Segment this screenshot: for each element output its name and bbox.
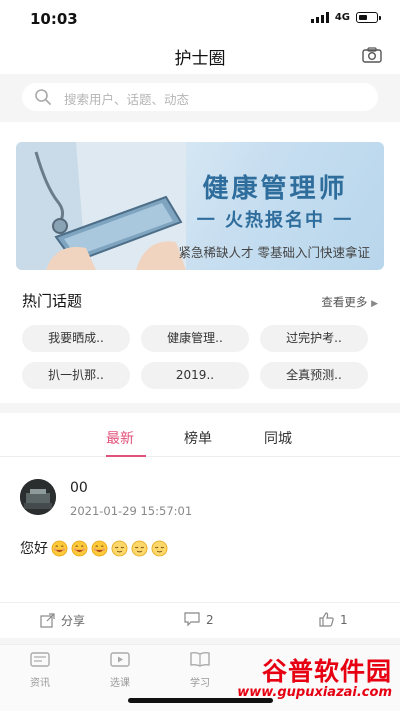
network-type: 4G (334, 12, 350, 23)
topic-chip[interactable]: 扒一扒那.. (22, 362, 130, 389)
feed-tabs: 最新 榜单 同城 (0, 413, 400, 457)
topic-chip[interactable]: 全真预测.. (260, 362, 368, 389)
status-bar: 10:03 4G (0, 0, 400, 36)
topic-chip[interactable]: 过完护考.. (260, 325, 368, 352)
tab-local[interactable]: 同城 (264, 428, 292, 448)
active-tab-indicator (106, 455, 146, 457)
hot-topics-title: 热门话题 (22, 292, 83, 310)
see-more-label: 查看更多 (321, 295, 368, 309)
nav-bar: 护士圈 (0, 36, 400, 74)
post-card[interactable]: 00 2021-01-29 15:57:01 您好 (0, 458, 400, 602)
search-placeholder: 搜索用户、话题、动态 (64, 92, 190, 107)
post-content: 您好 (20, 538, 168, 558)
promo-banner[interactable]: 健康管理师 一 火热报名中 一 紧急稀缺人才 零基础入门快速拿证 (16, 142, 384, 270)
post-actions: 分享 2 1 (0, 602, 400, 638)
banner-title: 健康管理师 (202, 174, 348, 204)
camera-icon[interactable] (362, 47, 382, 63)
search-area: 搜索用户、话题、动态 (0, 74, 400, 122)
signal-icon (310, 12, 329, 23)
banner-description: 紧急稀缺人才 零基础入门快速拿证 (178, 245, 370, 260)
topic-chip[interactable]: 2019.. (141, 362, 249, 389)
tab-ranking[interactable]: 榜单 (184, 428, 212, 448)
like-count: 1 (340, 612, 348, 627)
watermark-title: 谷普软件园 (261, 657, 392, 686)
share-button[interactable]: 分享 (40, 612, 85, 629)
comment-button[interactable]: 2 (184, 612, 214, 627)
tab-study[interactable]: 学习 (175, 651, 225, 689)
tab-latest[interactable]: 最新 (106, 428, 134, 448)
tab-news[interactable]: 资讯 (15, 651, 65, 689)
search-input[interactable]: 搜索用户、话题、动态 (22, 83, 378, 111)
section-divider (0, 403, 400, 413)
comment-count: 2 (206, 612, 214, 627)
post-timestamp: 2021-01-29 15:57:01 (70, 504, 193, 518)
watermark-logo: 谷普软件园 www.gupuxiazai.com (224, 652, 392, 702)
battery-icon (356, 12, 381, 23)
tab-news-label: 资讯 (30, 678, 50, 689)
tab-courses-label: 选课 (110, 678, 130, 689)
comment-icon (184, 612, 200, 627)
play-video-icon (110, 652, 130, 667)
home-indicator (128, 698, 273, 703)
like-button[interactable]: 1 (319, 612, 348, 627)
status-time: 10:03 (30, 10, 78, 28)
avatar[interactable] (20, 479, 56, 515)
banner-subtitle: 一 火热报名中 一 (196, 210, 354, 231)
smiling-face-icon (91, 540, 108, 556)
search-icon (34, 88, 52, 106)
topic-chip[interactable]: 我要晒成.. (22, 325, 130, 352)
relieved-face-icon (131, 540, 148, 556)
smiling-face-icon (71, 540, 88, 556)
post-username[interactable]: 00 (70, 480, 88, 496)
share-icon (40, 613, 55, 628)
page-title: 护士圈 (174, 49, 226, 69)
share-label: 分享 (61, 614, 86, 628)
see-more-link[interactable]: 查看更多 ▶ (321, 294, 378, 310)
relieved-face-icon (151, 540, 168, 556)
tab-courses[interactable]: 选课 (95, 651, 145, 689)
smiling-face-icon (51, 540, 68, 556)
book-icon (190, 651, 210, 667)
news-icon (30, 652, 50, 667)
status-indicators: 4G (310, 12, 381, 23)
thumbs-up-icon (319, 612, 334, 627)
post-text: 您好 (20, 541, 48, 557)
tab-study-label: 学习 (190, 678, 210, 689)
triangle-right-icon: ▶ (371, 299, 378, 309)
relieved-face-icon (111, 540, 128, 556)
topic-chip[interactable]: 健康管理.. (141, 325, 249, 352)
